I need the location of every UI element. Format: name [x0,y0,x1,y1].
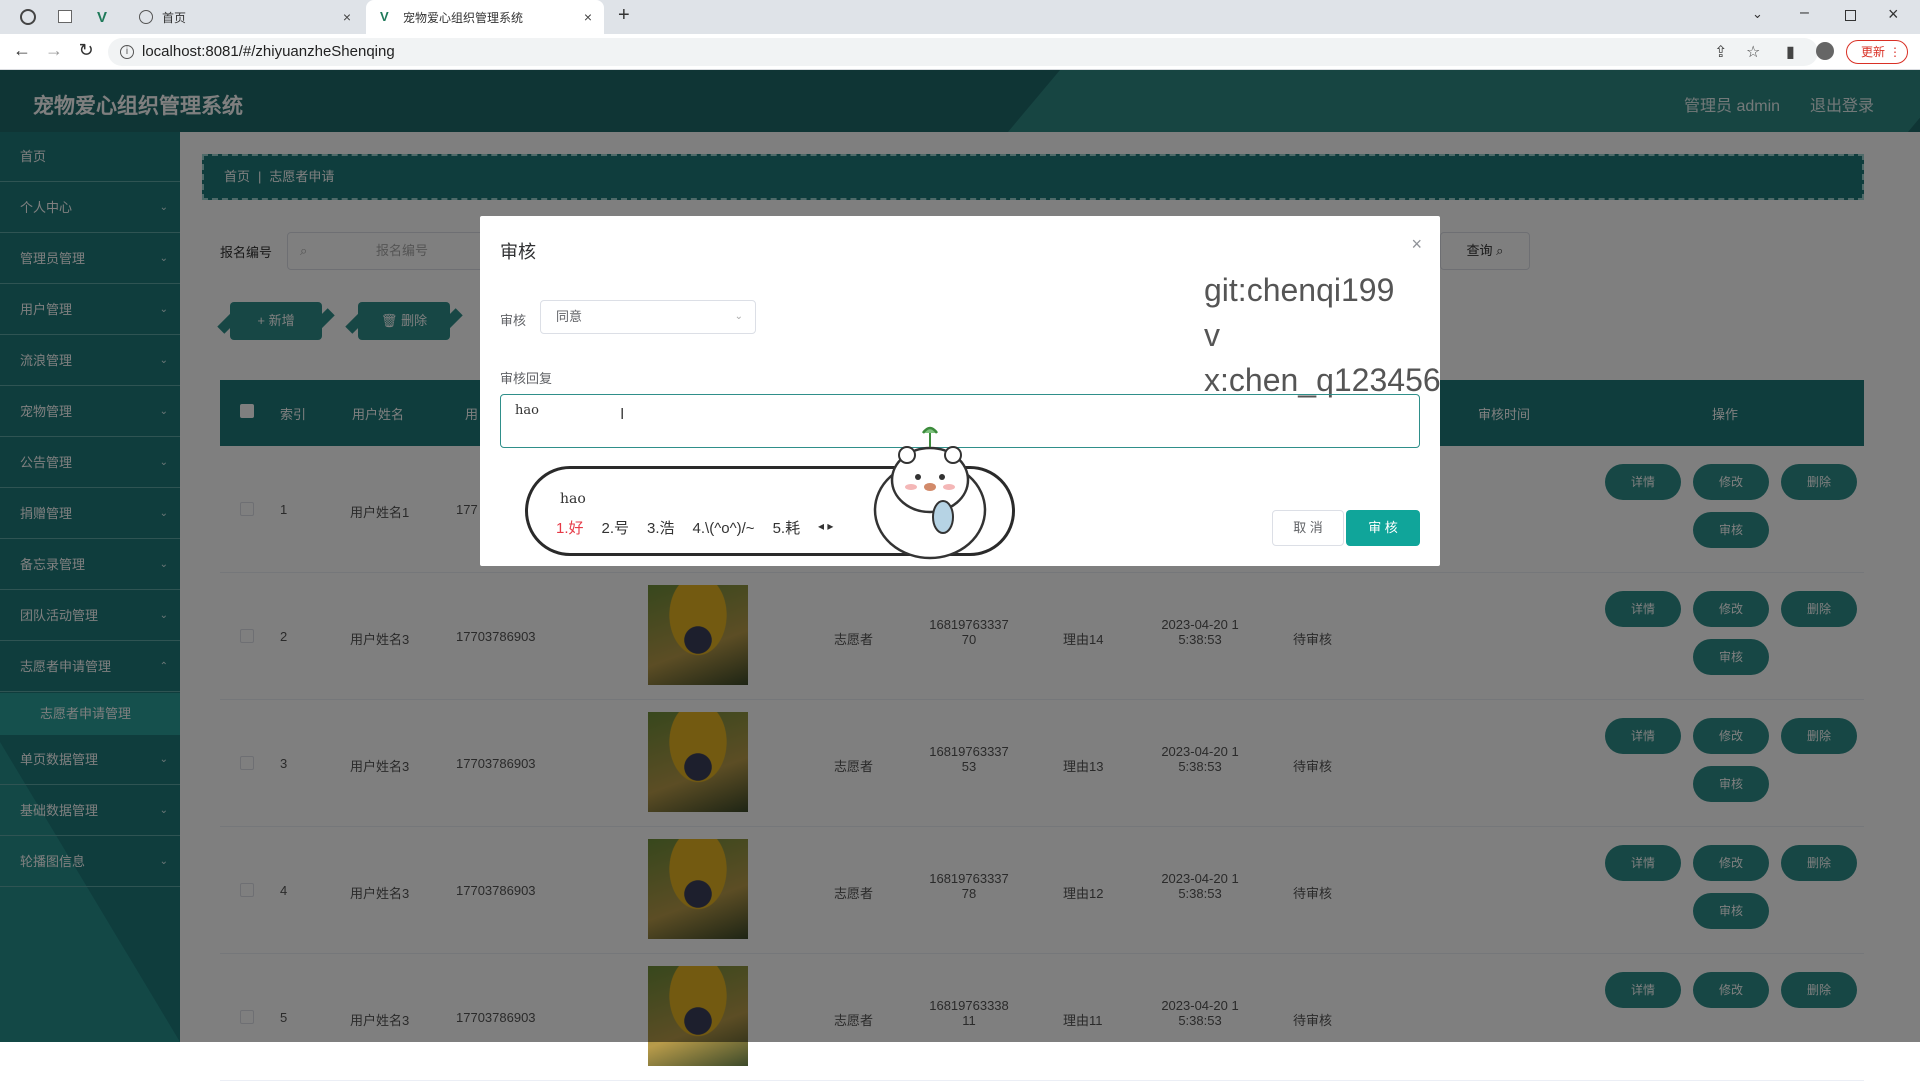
watermark-line1: git:chenqi199 [1204,272,1395,308]
vue-tab-icon[interactable]: V [97,9,107,26]
address-bar: ← → ↻ i localhost:8081/#/zhiyuanzheShenq… [0,34,1920,70]
url-field[interactable]: i localhost:8081/#/zhiyuanzheShenqing [108,38,1818,66]
profile-icon[interactable] [1816,42,1834,60]
ime-candidates: 1.好 2.号 3.浩 4.\(^o^)/~ 5.耗 [556,517,818,538]
reply-label: 审核回复 [500,371,553,386]
ime-candidate[interactable]: 2.号 [602,520,630,537]
audit-select[interactable]: 同意 ⌄ [540,300,756,334]
minimize-icon[interactable]: – [1800,4,1809,22]
close-icon[interactable]: × [584,9,592,25]
ime-page-arrows-icon[interactable]: ◂ ▸ [818,519,833,533]
reload-icon[interactable]: ↻ [74,40,98,61]
browser-tab-bar: V 首页 × V 宠物爱心组织管理系统 × + ⌄ – × [0,0,1920,34]
ime-candidate[interactable]: 4.\(^o^)/~ [693,520,755,537]
back-icon[interactable]: ← [10,40,34,61]
share-icon[interactable]: ⇪ [1714,42,1727,62]
sidebar-toggle-icon[interactable]: ▮ [1786,42,1795,62]
update-label: 更新 [1861,45,1886,59]
ime-composition: hao [560,491,586,507]
tab-search-icon[interactable]: ⌄ [1752,6,1763,22]
audit-select-value: 同意 [556,309,583,324]
tab-home[interactable]: 首页 × [125,0,363,34]
ime-candidate[interactable]: 5.耗 [773,520,801,537]
close-icon[interactable]: × [343,9,351,25]
menu-icon: ⋮ [1889,45,1901,59]
watermark: git:chenqi199 v x:chen_q123456 [1204,268,1441,403]
blank-tab-icon[interactable] [58,10,72,23]
update-button[interactable]: 更新 ⋮ [1846,40,1908,64]
close-icon[interactable]: × [1411,234,1422,255]
ime-candidate[interactable]: 1.好 [556,520,584,537]
new-tab-icon[interactable]: + [618,4,630,27]
browser-app-icon[interactable] [20,9,36,25]
ime-candidate[interactable]: 3.浩 [647,520,675,537]
url-text: localhost:8081/#/zhiyuanzheShenqing [142,43,395,60]
cancel-button[interactable]: 取 消 [1272,510,1344,546]
dialog-title: 审核 [500,242,536,262]
chevron-down-icon: ⌄ [734,311,743,322]
forward-icon[interactable]: → [42,40,66,61]
text-cursor-icon: I [620,406,625,423]
restore-icon[interactable] [1845,10,1856,21]
globe-icon [139,10,153,24]
tab-active[interactable]: V 宠物爱心组织管理系统 × [366,0,604,34]
close-window-icon[interactable]: × [1888,4,1899,25]
vue-icon: V [380,9,389,24]
audit-label: 审核 [500,313,527,328]
confirm-audit-button[interactable]: 审 核 [1346,510,1420,546]
star-icon[interactable]: ☆ [1746,42,1760,62]
info-icon[interactable]: i [120,45,134,59]
watermark-line2: v x:chen_q123456 [1204,317,1441,398]
ime-mascot-icon [873,426,987,560]
tab-active-label: 宠物爱心组织管理系统 [403,10,524,25]
tab-home-label: 首页 [162,10,187,25]
